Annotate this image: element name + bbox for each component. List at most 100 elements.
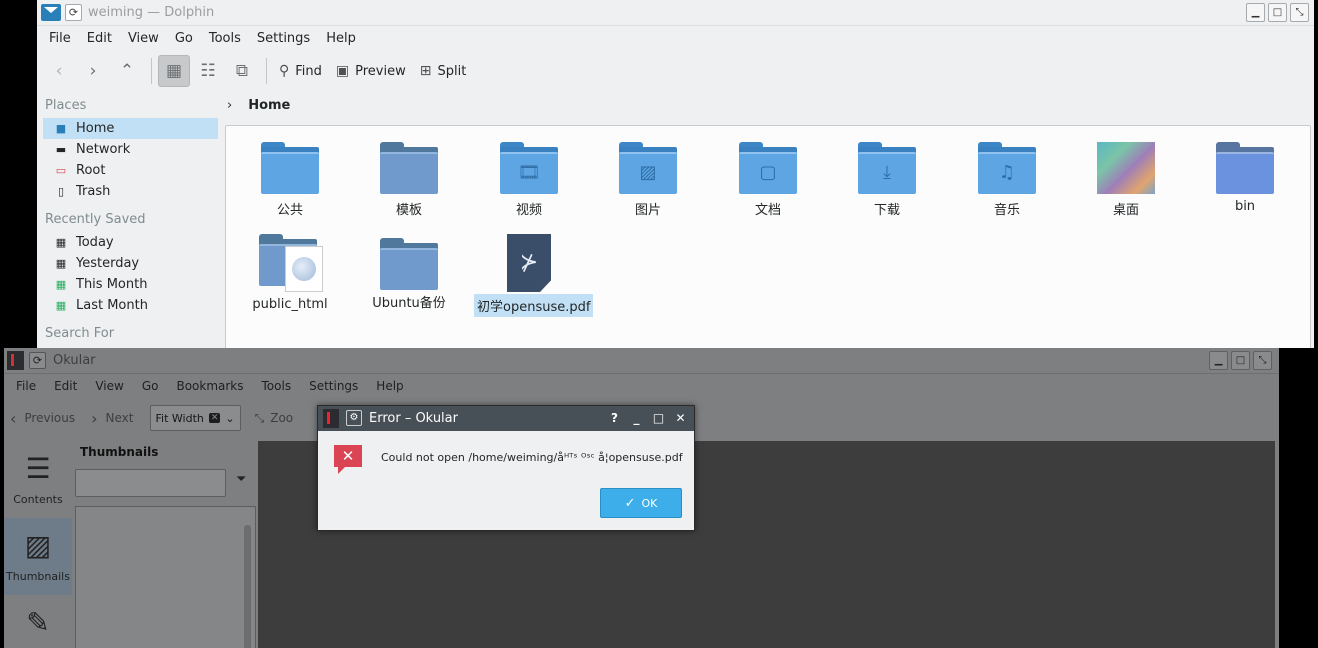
dolphin-app-icon[interactable]: [41, 4, 61, 21]
find-button[interactable]: ⚲ Find: [273, 55, 328, 87]
file-item[interactable]: 公共: [235, 142, 345, 218]
menu-view[interactable]: View: [120, 31, 167, 46]
file-item[interactable]: public_html: [235, 234, 345, 312]
menu-tools[interactable]: Tools: [254, 379, 302, 393]
pin-icon[interactable]: ⟳: [65, 4, 82, 21]
close-button[interactable]: ✕: [672, 410, 689, 427]
window-title: Okular: [53, 353, 96, 368]
ok-label: OK: [641, 496, 658, 510]
file-item[interactable]: ▢ 文档: [713, 142, 823, 218]
trash-icon: ▯: [57, 185, 65, 198]
file-view[interactable]: 公共 模板 🎞 视频 ▨ 图片 ▢ 文档 ⤓ 下载 ♫ 音乐 桌面 bin pu…: [225, 125, 1311, 348]
split-button[interactable]: ⊞ Split: [414, 55, 473, 87]
preview-button[interactable]: ▣ Preview: [330, 55, 412, 87]
search-for-header: Search For: [45, 326, 115, 341]
zoom-button[interactable]: ⤡ Zoo: [255, 411, 294, 426]
dolphin-window: ⟳ weiming — Dolphin ▁ □ ⤡ File Edit View…: [37, 0, 1314, 348]
thumbnail-list[interactable]: [75, 506, 256, 648]
ok-button[interactable]: ✓ OK: [600, 488, 682, 518]
forward-button[interactable]: ›: [77, 55, 109, 87]
clear-icon[interactable]: ✕: [208, 413, 221, 423]
breadcrumb-home[interactable]: Home: [248, 98, 290, 113]
place-root[interactable]: ▭ Root: [43, 160, 218, 181]
maximize-button[interactable]: □: [650, 410, 667, 427]
menu-edit[interactable]: Edit: [46, 379, 87, 393]
places-header: Places: [45, 98, 87, 113]
tab-thumbnails[interactable]: ▨ Thumbnails: [4, 518, 72, 595]
help-button[interactable]: ?: [606, 410, 623, 427]
next-label: Next: [105, 411, 134, 425]
tab-contents[interactable]: ☰ Contents: [4, 441, 72, 518]
recent-label: Last Month: [76, 298, 148, 313]
recent-header: Recently Saved: [45, 212, 146, 227]
file-label: public_html: [252, 297, 328, 312]
file-item[interactable]: 模板: [354, 142, 464, 218]
pin-icon[interactable]: ⟳: [29, 352, 46, 369]
menu-go[interactable]: Go: [167, 31, 201, 46]
menu-go[interactable]: Go: [134, 379, 169, 393]
close-button[interactable]: ⤡: [1253, 351, 1272, 370]
close-button[interactable]: ⤡: [1290, 3, 1309, 22]
find-label: Find: [295, 63, 322, 79]
place-network[interactable]: ▬ Network: [43, 139, 218, 160]
pencil-icon: ✎: [26, 606, 50, 639]
place-trash[interactable]: ▯ Trash: [43, 181, 218, 202]
up-button[interactable]: ⌃: [111, 55, 143, 87]
okular-titlebar[interactable]: ⟳ Okular ▁ □ ⤡: [4, 348, 1279, 374]
file-item-selected[interactable]: ⊁ 初学opensuse.pdf: [474, 234, 594, 317]
chevron-right-icon: ›: [91, 408, 98, 428]
menu-view[interactable]: View: [87, 379, 133, 393]
okular-app-icon: [323, 409, 339, 428]
file-item[interactable]: Ubuntu备份: [354, 234, 464, 311]
pin-icon[interactable]: ⚙: [346, 410, 362, 426]
recent-yesterday[interactable]: ▦ Yesterday: [43, 253, 218, 274]
scrollbar[interactable]: [244, 525, 251, 648]
file-item[interactable]: 🎞 视频: [474, 142, 584, 218]
calendar-icon: ▦: [55, 278, 67, 291]
thumbnail-search-input[interactable]: [75, 469, 226, 497]
maximize-button[interactable]: □: [1231, 351, 1250, 370]
previous-button[interactable]: ‹ Previous: [10, 409, 75, 428]
minimize-button[interactable]: _: [628, 410, 645, 427]
error-message: Could not open /home/weiming/åᴴᵀˢ ᴼˢᶜ å¦…: [381, 451, 683, 464]
place-home[interactable]: ■ Home: [43, 118, 218, 139]
dialog-titlebar[interactable]: ⚙ Error – Okular ? _ □ ✕: [318, 406, 694, 431]
home-icon: ■: [55, 122, 67, 135]
file-item[interactable]: bin: [1190, 142, 1300, 214]
recent-this-month[interactable]: ▦ This Month: [43, 274, 218, 295]
menu-settings[interactable]: Settings: [301, 379, 368, 393]
next-button[interactable]: › Next: [91, 409, 133, 428]
menu-bookmarks[interactable]: Bookmarks: [168, 379, 253, 393]
menu-edit[interactable]: Edit: [79, 31, 120, 46]
menu-settings[interactable]: Settings: [249, 31, 318, 46]
breadcrumb[interactable]: › Home: [227, 98, 290, 113]
tab-annotations[interactable]: ✎: [4, 595, 72, 648]
folder-music-icon: ♫: [978, 142, 1036, 194]
minimize-button[interactable]: ▁: [1209, 351, 1228, 370]
file-item[interactable]: 桌面: [1071, 142, 1181, 218]
chevron-down-icon[interactable]: ⌄: [225, 412, 234, 425]
icons-view-button[interactable]: ▦: [158, 55, 190, 87]
back-button[interactable]: ‹: [43, 55, 75, 87]
pdf-icon: ⊁: [507, 234, 551, 292]
menu-tools[interactable]: Tools: [201, 31, 249, 46]
details-view-button[interactable]: ⧉: [226, 55, 258, 87]
menu-file[interactable]: File: [41, 31, 79, 46]
okular-app-icon[interactable]: [7, 351, 24, 370]
thumbnails-panel: Thumbnails ⏷: [74, 441, 259, 648]
maximize-button[interactable]: □: [1268, 3, 1287, 22]
filter-icon[interactable]: ⏷: [236, 472, 246, 487]
zoom-combobox[interactable]: Fit Width ✕ ⌄: [149, 405, 241, 431]
recent-last-month[interactable]: ▦ Last Month: [43, 295, 218, 316]
recent-today[interactable]: ▦ Today: [43, 232, 218, 253]
menu-help[interactable]: Help: [318, 31, 364, 46]
minimize-button[interactable]: ▁: [1246, 3, 1265, 22]
compact-view-button[interactable]: ☷: [192, 55, 224, 87]
file-item[interactable]: ⤓ 下载: [832, 142, 942, 218]
menu-help[interactable]: Help: [368, 379, 413, 393]
file-item[interactable]: ▨ 图片: [593, 142, 703, 218]
dolphin-titlebar[interactable]: ⟳ weiming — Dolphin ▁ □ ⤡: [37, 0, 1314, 26]
file-item[interactable]: ♫ 音乐: [952, 142, 1062, 218]
menu-file[interactable]: File: [8, 379, 46, 393]
network-icon: ▬: [55, 143, 67, 156]
